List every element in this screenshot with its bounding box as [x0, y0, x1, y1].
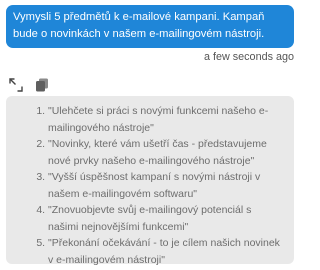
list-item: "Vyšší úspěšnost kampaní s novými nástro… [48, 169, 288, 202]
assistant-message-bubble: "Ulehčete si práci s novými funkcemi naš… [6, 96, 294, 266]
list-item: "Novinky, které vám ušetří čas - předsta… [48, 136, 288, 169]
user-message-bubble: Vymysli 5 předmětů k e-mailové kampani. … [6, 5, 294, 48]
copy-icon[interactable] [35, 78, 49, 92]
subject-suggestions-list: "Ulehčete si práci s novými funkcemi naš… [6, 103, 288, 268]
expand-icon[interactable] [9, 78, 23, 92]
list-item: "Ulehčete si práci s novými funkcemi naš… [48, 103, 288, 136]
chat-window: Vymysli 5 předmětů k e-mailové kampani. … [0, 0, 300, 270]
response-toolbar [9, 78, 61, 92]
list-item: "Znovuobjevte svůj e-mailingový potenciá… [48, 202, 288, 235]
list-item: "Překonání očekávání - to je cílem našic… [48, 235, 288, 268]
message-timestamp: a few seconds ago [203, 51, 294, 63]
user-message-text: Vymysli 5 předmětů k e-mailové kampani. … [13, 11, 265, 40]
